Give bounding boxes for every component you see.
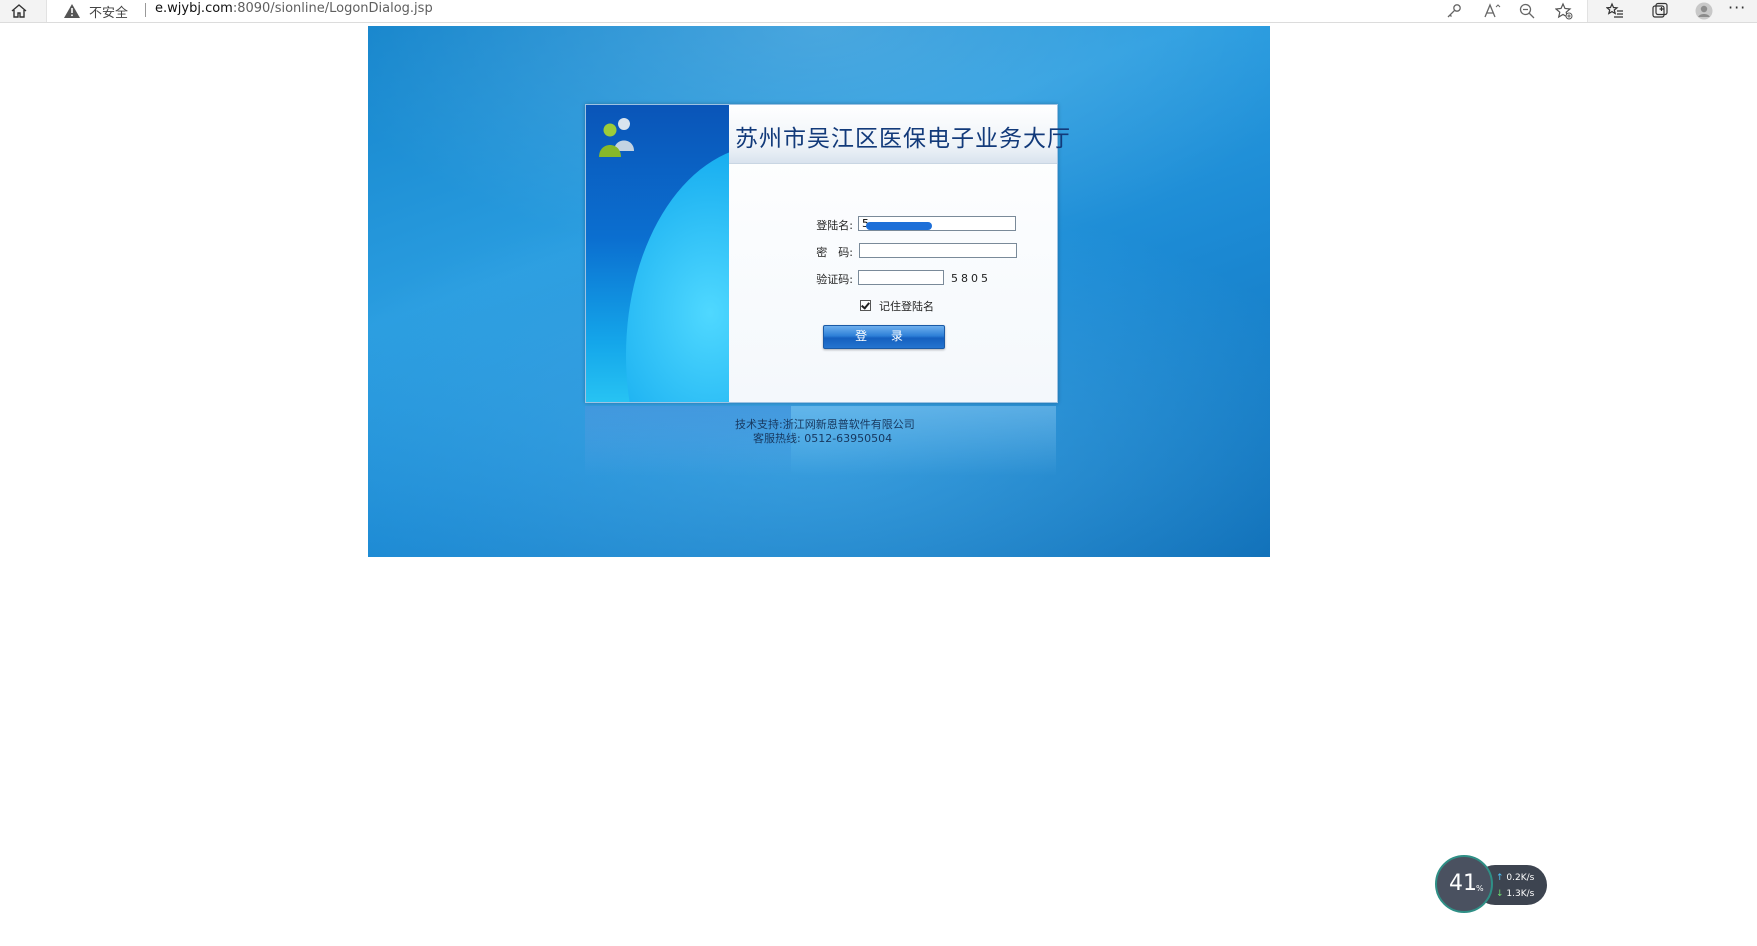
address-bar[interactable]: 不安全 e.wjybj.com:8090/sionline/LogonDialo… [46, 0, 1588, 22]
download-value: 1.3 [1506, 889, 1521, 899]
home-icon[interactable] [10, 2, 28, 20]
upload-unit: K/s [1520, 873, 1535, 883]
profile-avatar-icon[interactable] [1695, 2, 1713, 20]
browser-toolbar: 不安全 e.wjybj.com:8090/sionline/LogonDialo… [0, 0, 1757, 23]
usage-gauge: 41 % [1435, 855, 1493, 913]
url-host: e.wjybj.com [155, 1, 233, 16]
download-speed: ↓ 1.3K/s [1496, 889, 1534, 899]
username-label: 登陆名: [816, 219, 853, 232]
captcha-input[interactable] [858, 270, 944, 285]
favorites-icon[interactable] [1605, 2, 1624, 20]
zoom-out-icon[interactable] [1518, 2, 1536, 20]
upload-speed: ↑ 0.2K/s [1496, 873, 1534, 883]
app-title: 苏州市吴江区医保电子业务大厅 [735, 126, 1071, 152]
key-icon[interactable] [1445, 2, 1463, 20]
address-divider [145, 3, 146, 17]
remember-label[interactable]: 记住登陆名 [879, 298, 934, 314]
download-arrow-icon: ↓ [1496, 889, 1504, 899]
more-options-icon[interactable]: ··· [1728, 0, 1746, 17]
security-status[interactable]: 不安全 [89, 2, 128, 21]
upload-arrow-icon: ↑ [1496, 873, 1504, 883]
url-text[interactable]: e.wjybj.com:8090/sionline/LogonDialog.js… [155, 1, 433, 16]
remember-checkbox[interactable] [860, 300, 871, 311]
usage-percent-unit: % [1476, 884, 1484, 893]
password-label: 密 码: [816, 246, 853, 259]
warning-icon[interactable] [64, 3, 80, 18]
dialog-side-panel [586, 105, 729, 402]
title-band: 苏州市吴江区医保电子业务大厅 [729, 105, 1070, 164]
users-icon [594, 115, 638, 157]
collections-icon[interactable] [1651, 2, 1669, 20]
hotline-text: 客服热线: 0512-63950504 [753, 432, 893, 445]
upload-value: 0.2 [1506, 873, 1521, 883]
usage-percent: 41 [1449, 871, 1477, 896]
login-button[interactable]: 登 录 [823, 325, 945, 349]
captcha-label: 验证码: [816, 273, 853, 286]
download-unit: K/s [1520, 889, 1535, 899]
side-panel-arc [626, 145, 729, 402]
network-speed-widget[interactable]: 41 % ↑ 0.2K/s ↓ 1.3K/s [1435, 855, 1555, 913]
password-input[interactable] [859, 243, 1017, 258]
add-favorite-icon[interactable] [1554, 2, 1573, 20]
captcha-code: 5805 [951, 272, 991, 285]
url-path: :8090/sionline/LogonDialog.jsp [232, 1, 433, 16]
redaction-mark [866, 222, 932, 230]
read-aloud-icon[interactable] [1483, 2, 1501, 20]
